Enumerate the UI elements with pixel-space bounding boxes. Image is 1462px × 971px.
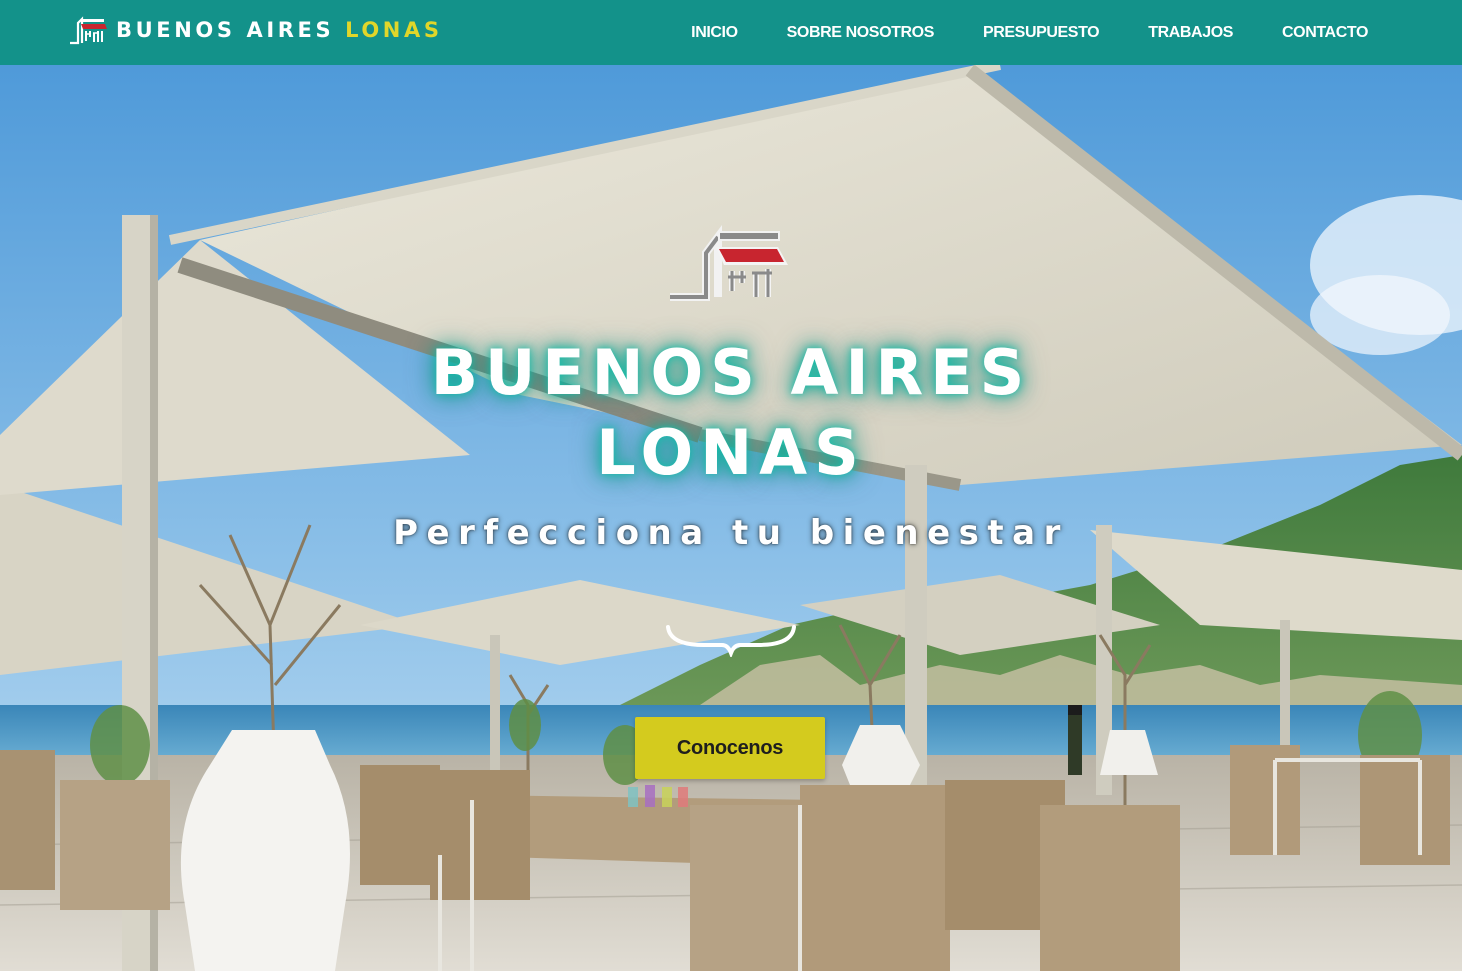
curly-brace-divider-icon — [666, 625, 796, 657]
hero-section: BUENOS AIRES LONAS Perfecciona tu bienes… — [0, 65, 1462, 971]
hero-title-line2: LONAS — [596, 416, 866, 489]
hero-content: BUENOS AIRES LONAS Perfecciona tu bienes… — [0, 65, 1462, 971]
main-nav: INICIO SOBRE NOSOTROS PRESUPUESTO TRABAJ… — [642, 0, 1368, 65]
nav-link-inicio[interactable]: INICIO — [691, 24, 738, 42]
top-navbar: BUENOS AIRES LONAS INICIO SOBRE NOSOTROS… — [0, 0, 1462, 65]
brand-name-part2: LONAS — [345, 18, 443, 42]
hero-subtitle: Perfecciona tu bienestar — [393, 513, 1069, 553]
hero-title: BUENOS AIRES LONAS — [231, 333, 1231, 493]
brand-name-part1: BUENOS AIRES — [116, 18, 335, 42]
nav-link-sobre-nosotros[interactable]: SOBRE NOSOTROS — [787, 24, 935, 42]
awning-store-icon — [70, 16, 107, 45]
brand-name: BUENOS AIRES LONAS — [116, 18, 443, 42]
awning-store-icon — [670, 225, 788, 301]
conocenos-button[interactable]: Conocenos — [635, 717, 825, 779]
nav-link-contacto[interactable]: CONTACTO — [1282, 24, 1368, 42]
hero-title-line1: BUENOS AIRES — [430, 336, 1032, 409]
nav-link-presupuesto[interactable]: PRESUPUESTO — [983, 24, 1100, 42]
nav-link-trabajos[interactable]: TRABAJOS — [1148, 24, 1233, 42]
brand-link[interactable]: BUENOS AIRES LONAS — [68, 15, 443, 45]
